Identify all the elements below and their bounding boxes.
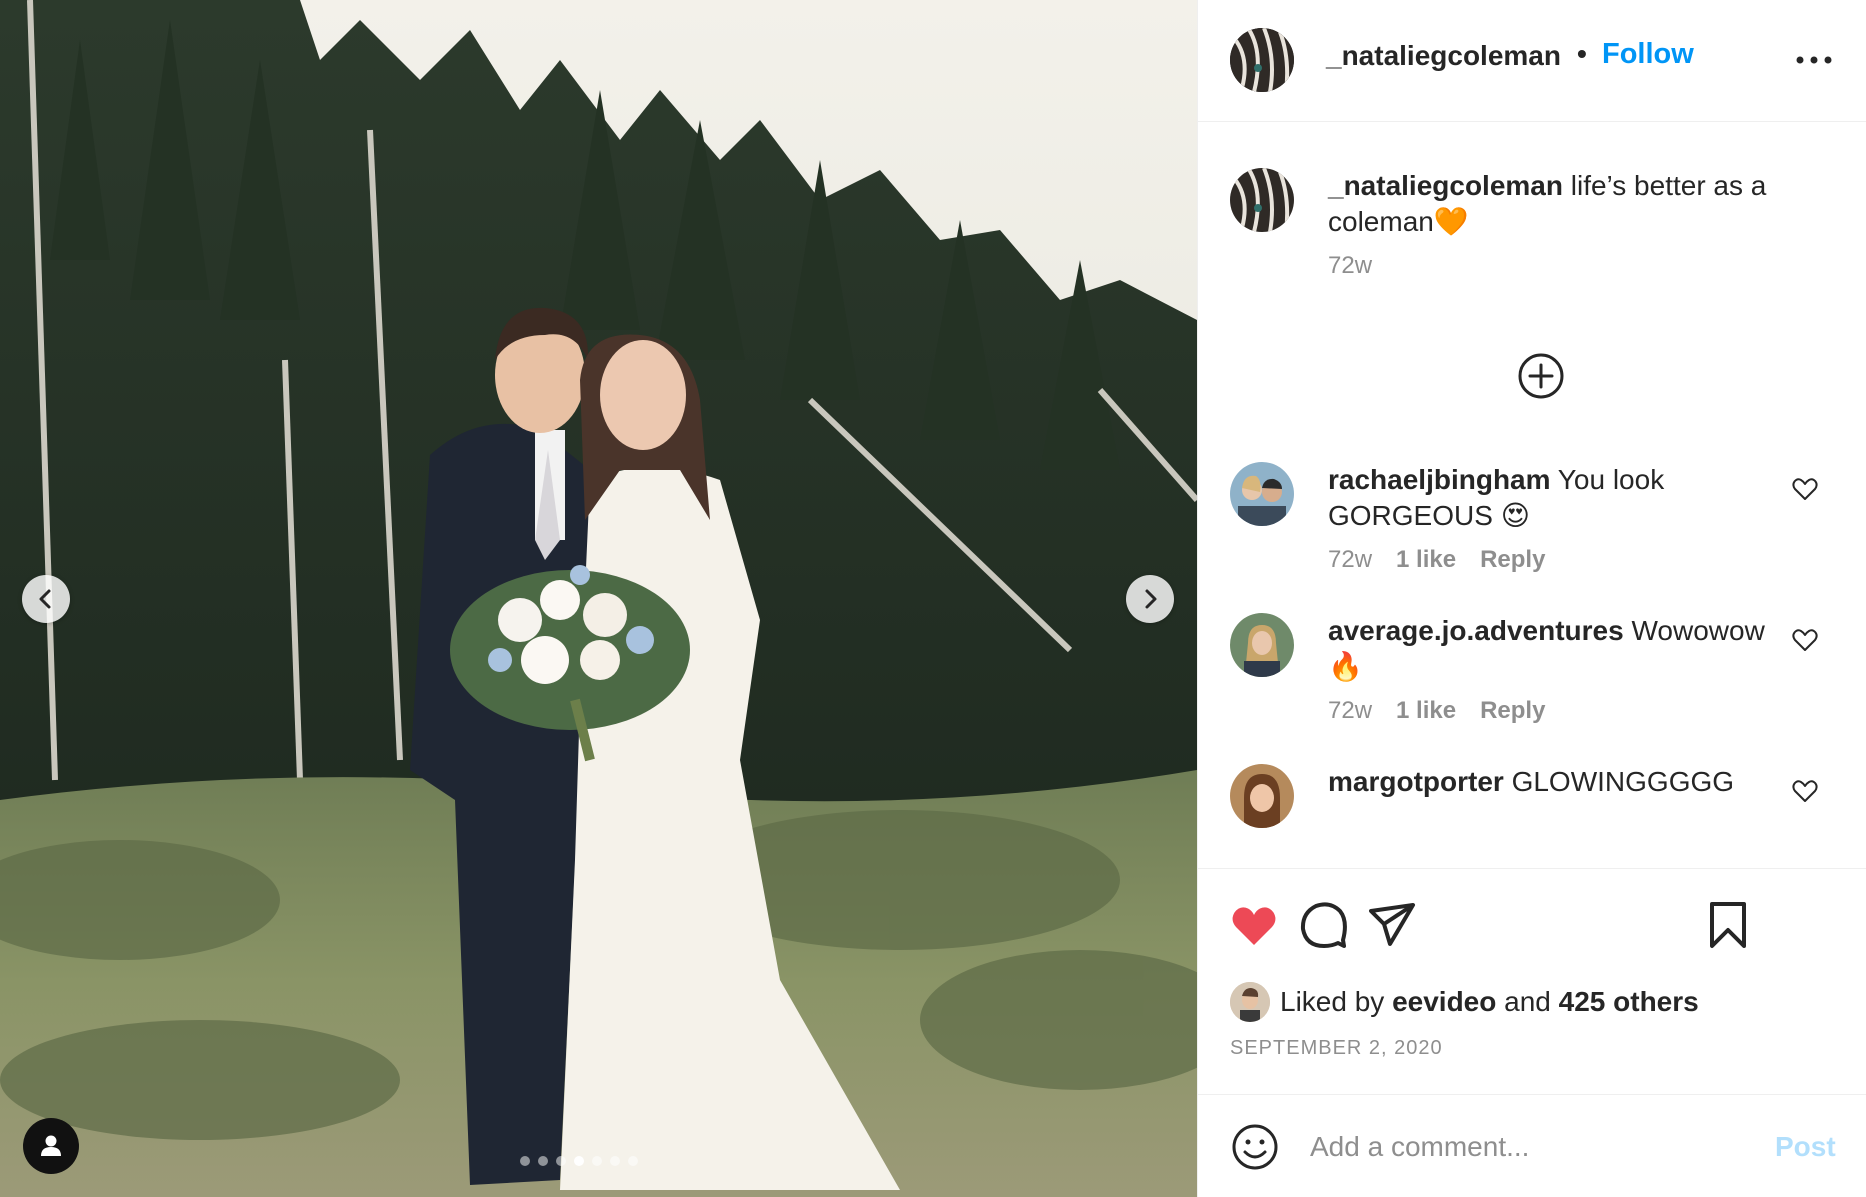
comments-list[interactable]: _nataliegcoleman life’s better as a cole… bbox=[1198, 122, 1866, 868]
plus-circle-icon[interactable] bbox=[1516, 351, 1566, 401]
commenter-avatar[interactable] bbox=[1230, 462, 1294, 526]
carousel-dot bbox=[592, 1156, 602, 1166]
follow-button[interactable]: Follow bbox=[1602, 38, 1694, 71]
more-icon[interactable] bbox=[1792, 42, 1836, 78]
chevron-right-icon bbox=[1145, 589, 1157, 609]
previous-slide-button[interactable] bbox=[22, 575, 70, 623]
emoji-icon[interactable] bbox=[1230, 1122, 1280, 1172]
likes-others-link[interactable]: 425 others bbox=[1559, 986, 1699, 1018]
comment-meta: 72w 1 like Reply bbox=[1328, 546, 1545, 574]
comment-text: rachaeljbingham You look GORGEOUS 😍 bbox=[1328, 462, 1788, 534]
carousel-dot bbox=[538, 1156, 548, 1166]
post-media bbox=[0, 0, 1197, 1197]
user-icon bbox=[41, 1135, 61, 1156]
bookmark-icon[interactable] bbox=[1702, 899, 1754, 951]
liker-avatar[interactable] bbox=[1230, 982, 1270, 1022]
chevron-left-icon bbox=[39, 589, 51, 609]
reply-button[interactable]: Reply bbox=[1480, 697, 1545, 725]
comment-composer: Post bbox=[1198, 1094, 1866, 1197]
comment-username[interactable]: margotporter bbox=[1328, 766, 1504, 797]
comment-like-icon[interactable] bbox=[1790, 474, 1820, 504]
post-photo bbox=[0, 0, 1197, 1197]
share-icon[interactable] bbox=[1366, 899, 1418, 951]
carousel-indicator bbox=[520, 1156, 638, 1166]
post-side-panel: _nataliegcoleman • Follow _nataliegcolem… bbox=[1197, 0, 1866, 1197]
owner-username-link[interactable]: _nataliegcoleman bbox=[1326, 40, 1561, 72]
comment-age: 72w bbox=[1328, 546, 1373, 573]
commenter-avatar[interactable] bbox=[1230, 613, 1294, 677]
caption-meta: 72w bbox=[1328, 252, 1372, 280]
carousel-dot bbox=[610, 1156, 620, 1166]
liker-username[interactable]: eevideo bbox=[1392, 986, 1496, 1018]
comment-meta: 72w 1 like Reply bbox=[1328, 697, 1545, 725]
carousel-dot-active bbox=[574, 1156, 584, 1166]
post-comment-button[interactable]: Post bbox=[1775, 1131, 1836, 1163]
reply-button[interactable]: Reply bbox=[1480, 546, 1545, 574]
caption-age: 72w bbox=[1328, 252, 1373, 279]
comment-icon[interactable] bbox=[1298, 899, 1350, 951]
post-actions: Liked by eevideo and 425 others SEPTEMBE… bbox=[1198, 868, 1866, 1094]
comment-body: GLOWINGGGGG bbox=[1511, 766, 1735, 797]
post-date: SEPTEMBER 2, 2020 bbox=[1230, 1037, 1443, 1059]
likes-prefix: Liked by bbox=[1280, 986, 1385, 1017]
comment-like-icon[interactable] bbox=[1790, 776, 1820, 806]
carousel-dot bbox=[556, 1156, 566, 1166]
carousel-dot bbox=[628, 1156, 638, 1166]
tagged-people-button[interactable] bbox=[23, 1118, 79, 1174]
comment-username[interactable]: rachaeljbingham bbox=[1328, 464, 1551, 495]
comment-text: average.jo.adventures Wowowow 🔥 bbox=[1328, 613, 1788, 685]
caption-username[interactable]: _nataliegcoleman bbox=[1328, 170, 1563, 201]
comment-like-icon[interactable] bbox=[1790, 625, 1820, 655]
heart-icon[interactable] bbox=[1228, 899, 1280, 951]
caption-avatar[interactable] bbox=[1230, 168, 1294, 232]
carousel-dot bbox=[520, 1156, 530, 1166]
header-separator: • bbox=[1577, 38, 1587, 69]
comment-text: margotporter GLOWINGGGGG bbox=[1328, 764, 1788, 800]
comment-username[interactable]: average.jo.adventures bbox=[1328, 615, 1624, 646]
comment-age: 72w bbox=[1328, 697, 1373, 724]
instagram-post: _nataliegcoleman • Follow _nataliegcolem… bbox=[0, 0, 1866, 1197]
commenter-avatar[interactable] bbox=[1230, 764, 1294, 828]
caption-text: _nataliegcoleman life’s better as a cole… bbox=[1328, 168, 1788, 240]
post-header: _nataliegcoleman • Follow bbox=[1198, 0, 1866, 122]
comment-likes-link[interactable]: 1 like bbox=[1396, 697, 1456, 725]
comment-likes-link[interactable]: 1 like bbox=[1396, 546, 1456, 574]
owner-avatar[interactable] bbox=[1230, 28, 1294, 92]
likes-summary[interactable]: Liked by eevideo and 425 others bbox=[1230, 982, 1699, 1022]
comment-input[interactable] bbox=[1308, 1121, 1752, 1173]
next-slide-button[interactable] bbox=[1126, 575, 1174, 623]
likes-connector: and bbox=[1504, 986, 1551, 1017]
